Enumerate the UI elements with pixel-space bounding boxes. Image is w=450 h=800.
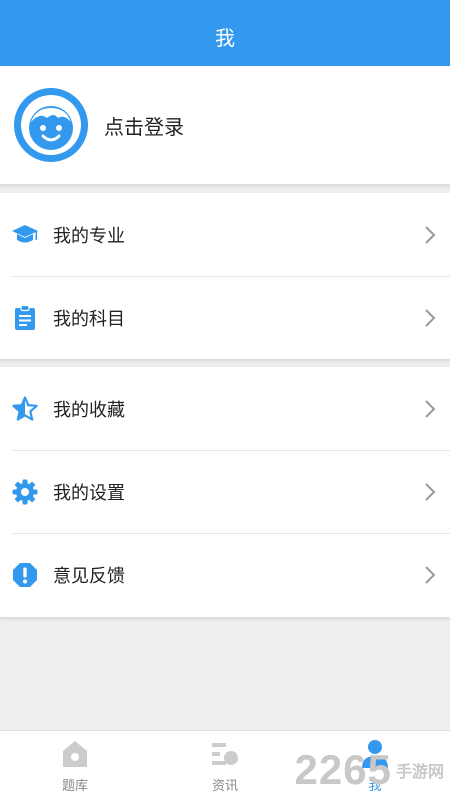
bottom-tab-bar: 题库 资讯 我 [0, 730, 450, 800]
tab-question-bank[interactable]: 题库 [0, 731, 150, 800]
chevron-right-icon [425, 225, 436, 244]
menu-group-general: 我的收藏 我的设置 意见反馈 [0, 367, 450, 617]
menu-item-label: 我的专业 [53, 225, 125, 246]
menu-item-label: 意见反馈 [53, 565, 125, 586]
tab-label: 题库 [61, 778, 88, 793]
gear-icon [11, 478, 39, 506]
news-icon [212, 743, 238, 765]
avatar-icon [14, 88, 88, 162]
menu-item-my-favorites[interactable]: 我的收藏 [0, 367, 450, 450]
star-icon [11, 395, 39, 423]
menu-group-study: 我的专业 我的科目 [0, 193, 450, 359]
chevron-right-icon [425, 482, 436, 501]
tab-label: 资讯 [211, 778, 238, 793]
tab-news[interactable]: 资讯 [150, 731, 300, 800]
menu-item-label: 我的科目 [53, 308, 125, 329]
menu-item-label: 我的设置 [53, 482, 125, 503]
login-card[interactable]: 点击登录 [0, 66, 450, 184]
chevron-right-icon [425, 565, 436, 584]
top-bar: 我 [0, 0, 450, 66]
menu-item-label: 我的收藏 [53, 399, 125, 420]
menu-item-my-major[interactable]: 我的专业 [0, 193, 450, 276]
tab-label: 我 [368, 778, 382, 793]
menu-item-my-settings[interactable]: 我的设置 [0, 450, 450, 533]
exclamation-octagon-icon [11, 561, 39, 589]
menu-item-feedback[interactable]: 意见反馈 [0, 533, 450, 616]
page-title: 我 [215, 27, 235, 50]
login-label: 点击登录 [104, 116, 184, 139]
clipboard-icon [11, 304, 39, 332]
tab-me[interactable]: 我 [300, 731, 450, 800]
home-icon [63, 741, 87, 767]
chevron-right-icon [425, 308, 436, 327]
chevron-right-icon [425, 399, 436, 418]
graduation-cap-icon [11, 221, 39, 249]
person-icon [362, 740, 388, 768]
menu-item-my-subjects[interactable]: 我的科目 [0, 276, 450, 359]
